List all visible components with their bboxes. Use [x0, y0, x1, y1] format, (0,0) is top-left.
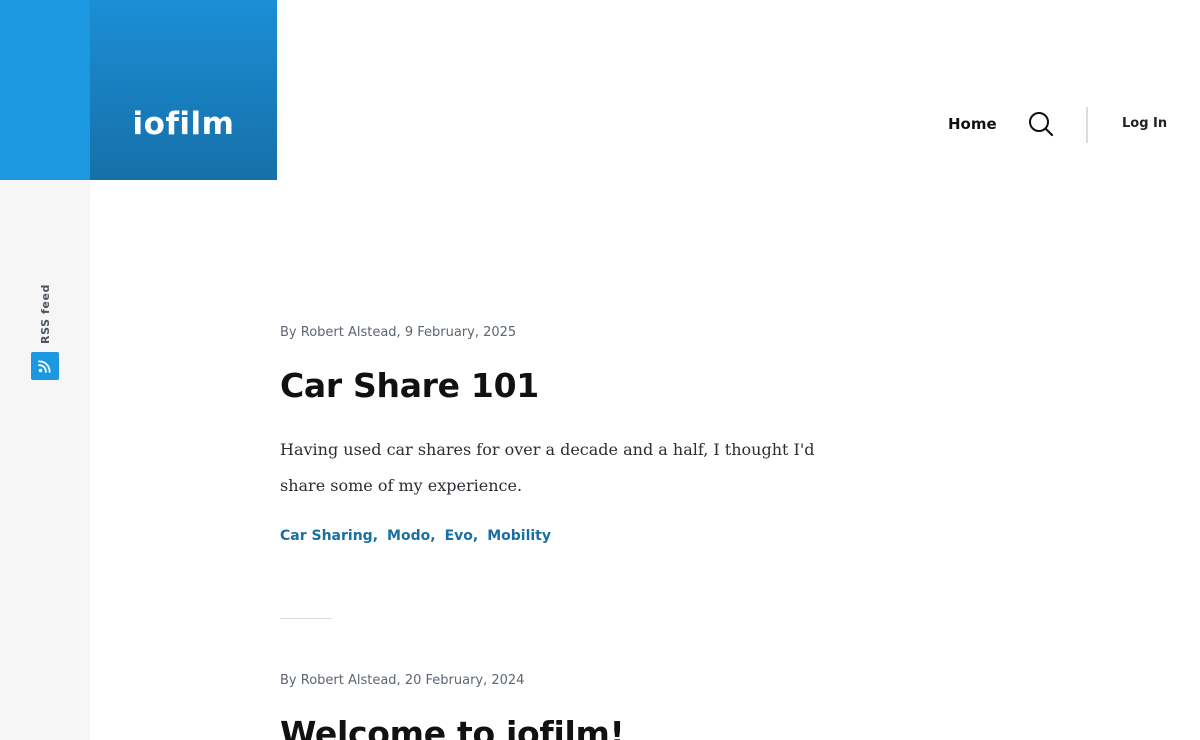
tag-link[interactable]: Modo [387, 528, 430, 544]
post-title-link[interactable]: Welcome to iofilm! [280, 714, 625, 740]
post-excerpt: Having used car shares for over a decade… [280, 440, 815, 495]
page: iofilm RSS feed Home Log In By Robert Al… [0, 0, 1200, 740]
nav-divider [1086, 107, 1088, 143]
post-title: Welcome to iofilm! [280, 714, 880, 740]
rss-feed-link[interactable]: RSS feed [31, 282, 59, 382]
sidebar [0, 180, 90, 740]
post-title-link[interactable]: Car Share 101 [280, 366, 539, 405]
nav-home-link[interactable]: Home [948, 115, 997, 133]
tag-link[interactable]: Mobility [487, 528, 551, 544]
rss-feed-icon [31, 352, 59, 380]
rss-feed-label: RSS feed [38, 283, 52, 344]
post-title: Car Share 101 [280, 366, 880, 406]
search-icon[interactable] [1027, 110, 1055, 138]
post-separator [280, 618, 332, 619]
site-logo[interactable]: iofilm [133, 106, 235, 142]
post-byline: By Robert Alstead, 9 February, 2025 [280, 325, 517, 340]
tag-link[interactable]: Car Sharing [280, 528, 373, 544]
sidebar-top-block [0, 0, 90, 180]
post-card: By Robert Alstead, 9 February, 2025 Car … [280, 322, 880, 544]
tag-separator: , [430, 528, 436, 544]
tag-separator: , [472, 528, 479, 544]
post-byline: By Robert Alstead, 20 February, 2024 [280, 673, 525, 688]
post-card: By Robert Alstead, 20 February, 2024 Wel… [280, 670, 880, 740]
site-logo-block: iofilm [90, 0, 277, 180]
tag-separator: , [372, 528, 379, 544]
tag-link[interactable]: Evo [445, 528, 473, 544]
post-tags: Car Sharing, Modo, Evo, Mobility [280, 528, 880, 544]
main-nav: Home Log In [920, 104, 1200, 146]
login-link[interactable]: Log In [1122, 116, 1167, 131]
